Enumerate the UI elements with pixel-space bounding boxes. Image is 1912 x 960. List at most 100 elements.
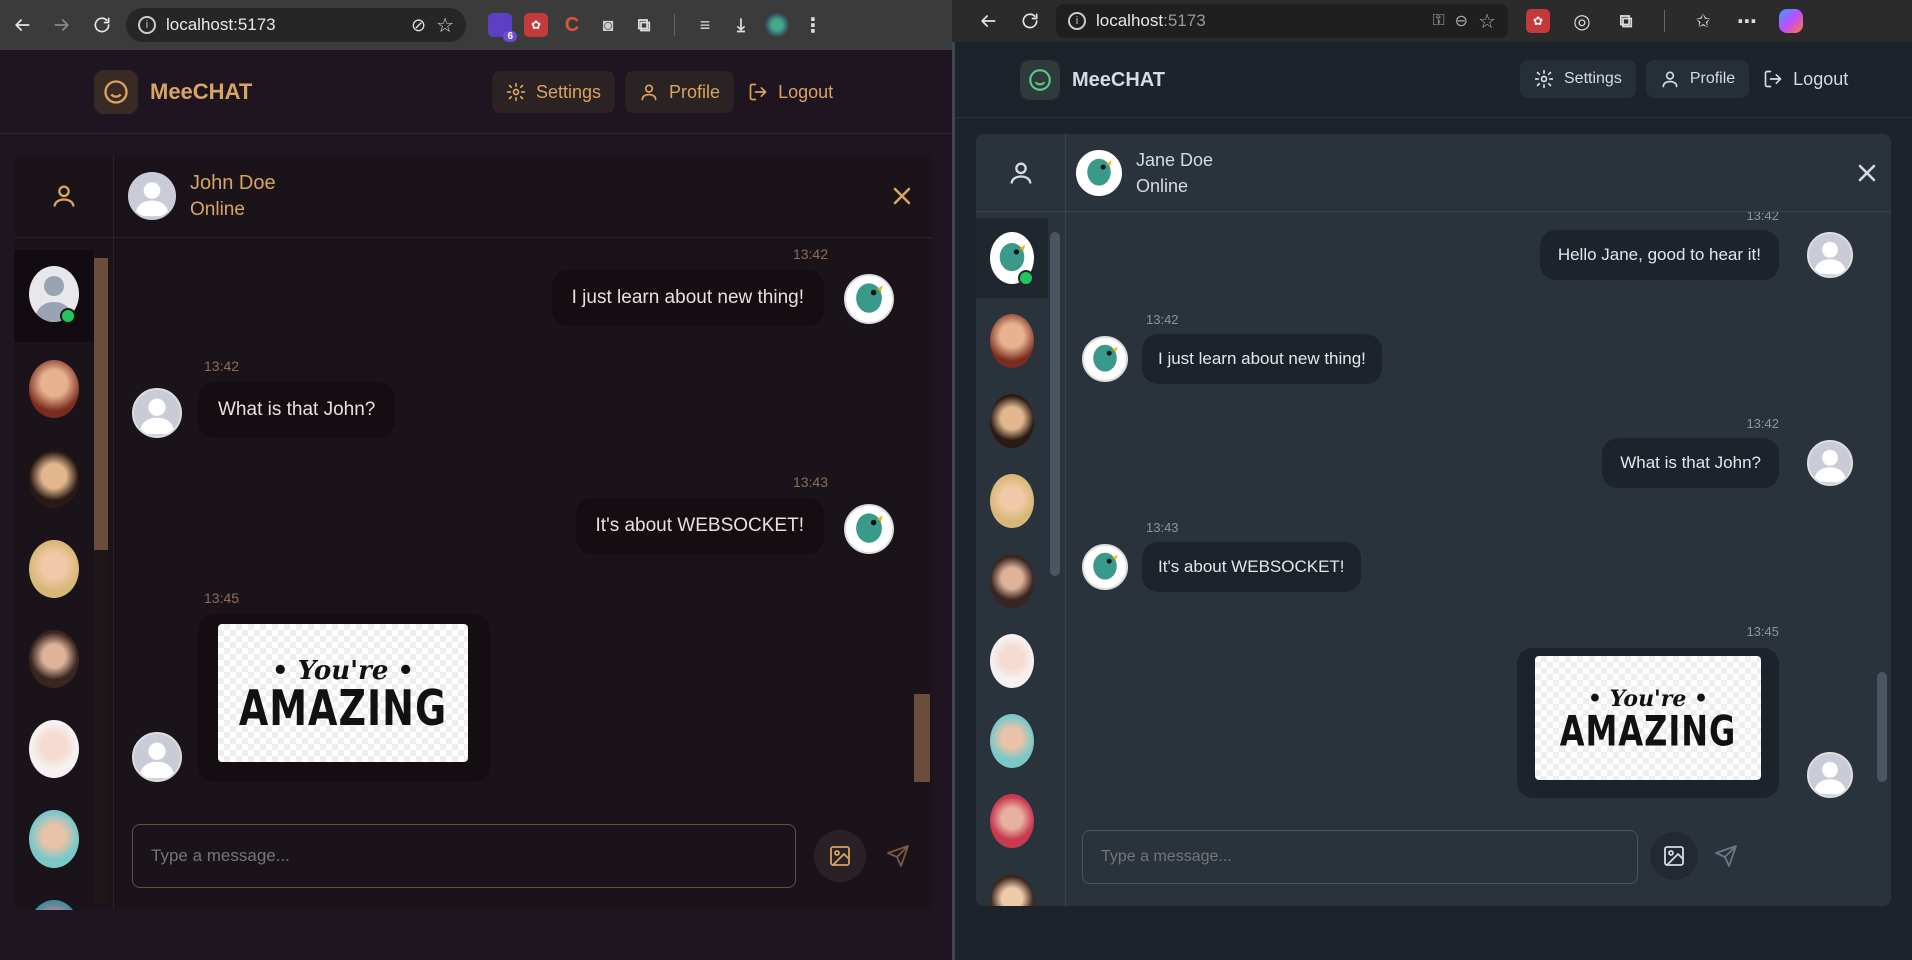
online-indicator	[1018, 270, 1034, 286]
contact-avatar[interactable]	[990, 314, 1034, 368]
users-icon[interactable]	[1007, 159, 1035, 187]
back-button[interactable]	[6, 9, 38, 41]
contact-avatar[interactable]	[29, 810, 79, 868]
contact-avatar[interactable]	[990, 794, 1034, 848]
contact-avatar[interactable]	[990, 714, 1034, 768]
star-icon[interactable]: ☆	[436, 13, 454, 38]
menu-icon[interactable]: ⋮	[801, 13, 825, 37]
address-bar[interactable]: i localhost:5173 ⚿ ⊖ ☆	[1056, 4, 1508, 38]
message-bubble-incoming: What is that John?	[198, 382, 396, 438]
site-info-icon[interactable]: i	[138, 16, 156, 34]
scrollbar-thumb[interactable]	[1050, 232, 1060, 576]
message-timestamp: 13:43	[1146, 520, 1179, 535]
target-icon[interactable]: ◎	[1570, 9, 1594, 33]
download-icon[interactable]: ⤓	[729, 13, 753, 37]
scrollbar-thumb[interactable]	[94, 258, 108, 550]
contacts-scrollbar[interactable]	[94, 258, 108, 904]
brand-name: MeeCHAT	[1072, 68, 1165, 91]
settings-label: Settings	[536, 81, 602, 102]
chat-panel: John Doe Online 13:42 I just learn about…	[14, 154, 932, 910]
send-button[interactable]	[1702, 832, 1750, 880]
contact-avatar	[132, 732, 182, 782]
contact-avatar[interactable]	[990, 634, 1034, 688]
attach-image-button[interactable]	[814, 830, 866, 882]
chat-header: Jane Doe Online	[1066, 134, 1891, 212]
more-icon[interactable]: ⋯	[1735, 9, 1759, 33]
copilot-icon[interactable]	[1779, 9, 1803, 33]
star-icon[interactable]: ☆	[1478, 9, 1496, 34]
messages-scrollbar[interactable]	[914, 238, 930, 798]
contact-avatar	[128, 171, 176, 220]
close-icon	[893, 187, 911, 205]
scrollbar-thumb[interactable]	[1877, 672, 1887, 782]
contact-avatar[interactable]	[29, 450, 79, 508]
key-icon[interactable]: ⚿	[1432, 12, 1444, 30]
contact-avatar[interactable]	[990, 874, 1034, 906]
contact-avatar[interactable]	[29, 360, 79, 418]
message-bubble-incoming: I just learn about new thing!	[1142, 334, 1382, 384]
logout-button[interactable]: Logout	[744, 71, 847, 113]
contact-avatar[interactable]	[29, 720, 79, 778]
puzzle-icon[interactable]: ⧉	[1614, 9, 1638, 33]
user-icon	[1662, 71, 1678, 88]
address-bar[interactable]: i localhost:5173 ⊘ ☆	[126, 8, 466, 42]
camera-icon[interactable]: ◙	[596, 13, 620, 37]
users-icon[interactable]	[50, 182, 78, 210]
extension-icon[interactable]: ✿	[1526, 9, 1550, 33]
message-input[interactable]	[1082, 830, 1638, 884]
shared-image[interactable]: • You're • AMAZING	[218, 624, 468, 762]
reload-button[interactable]	[86, 9, 118, 41]
profile-button[interactable]: Profile	[1645, 60, 1750, 98]
message-bubble-outgoing: It's about WEBSOCKET!	[575, 498, 824, 554]
contact-avatar[interactable]	[990, 394, 1034, 448]
contact-avatar[interactable]	[990, 474, 1034, 528]
profile-avatar[interactable]	[765, 13, 789, 37]
chat-panel: Jane Doe Online 13:42 Hello Jane, good t…	[976, 134, 1891, 906]
logout-icon	[1764, 70, 1782, 88]
close-chat-button[interactable]	[1853, 159, 1881, 187]
address-host: localhost	[1096, 11, 1164, 30]
logout-button[interactable]: Logout	[1759, 60, 1862, 98]
browser-toolbar: i localhost:5173 ⚿ ⊖ ☆ ✿ ◎ ⧉ ✩ ⋯	[952, 0, 1912, 42]
send-icon	[1715, 845, 1737, 867]
message-timestamp: 13:45	[1746, 624, 1779, 639]
extension-icon[interactable]: ✿	[524, 13, 548, 37]
brand-logo[interactable]: MeeCHAT	[94, 70, 252, 114]
settings-button[interactable]: Settings	[1520, 60, 1636, 98]
message-bubble-outgoing: Hello Jane, good to hear it!	[1539, 230, 1779, 280]
site-info-icon[interactable]: i	[1068, 12, 1086, 30]
message-input[interactable]	[132, 824, 796, 888]
contact-avatar[interactable]	[29, 540, 79, 598]
contact-avatar[interactable]	[29, 630, 79, 688]
puzzle-icon[interactable]: ⧉	[632, 13, 656, 37]
close-chat-button[interactable]	[888, 182, 916, 210]
profile-button[interactable]: Profile	[625, 71, 735, 113]
gear-icon	[1534, 69, 1554, 89]
contact-avatar[interactable]	[29, 900, 79, 910]
forward-button[interactable]	[46, 9, 78, 41]
send-button[interactable]	[872, 830, 924, 882]
brand-logo[interactable]: MeeCHAT	[1020, 60, 1165, 100]
settings-label: Settings	[1564, 70, 1622, 87]
toolbar-divider	[674, 14, 675, 36]
eye-off-icon[interactable]: ⊘	[411, 15, 426, 36]
attach-image-button[interactable]	[1650, 832, 1698, 880]
address-text: localhost:5173	[166, 15, 276, 34]
logout-icon	[749, 83, 767, 101]
extension-icon[interactable]: C	[560, 13, 584, 37]
image-icon	[830, 846, 850, 866]
shared-image[interactable]: • You're • AMAZING	[1535, 656, 1761, 780]
favorites-icon[interactable]: ✩	[1691, 9, 1715, 33]
scrollbar-thumb[interactable]	[914, 694, 930, 782]
reload-button[interactable]	[1014, 5, 1046, 37]
settings-button[interactable]: Settings	[492, 71, 616, 113]
message-image-bubble: • You're • AMAZING	[198, 614, 490, 782]
contact-avatar[interactable]	[990, 554, 1034, 608]
app-header: MeeCHAT Settings Profile Logout	[0, 50, 952, 134]
back-button[interactable]	[972, 5, 1004, 37]
zoom-icon[interactable]: ⊖	[1455, 11, 1468, 31]
contacts-scrollbar[interactable]	[1048, 218, 1062, 904]
extension-icon[interactable]: 6	[488, 13, 517, 42]
media-icon[interactable]: ≡	[693, 13, 717, 37]
messages-scrollbar[interactable]	[1875, 212, 1889, 812]
